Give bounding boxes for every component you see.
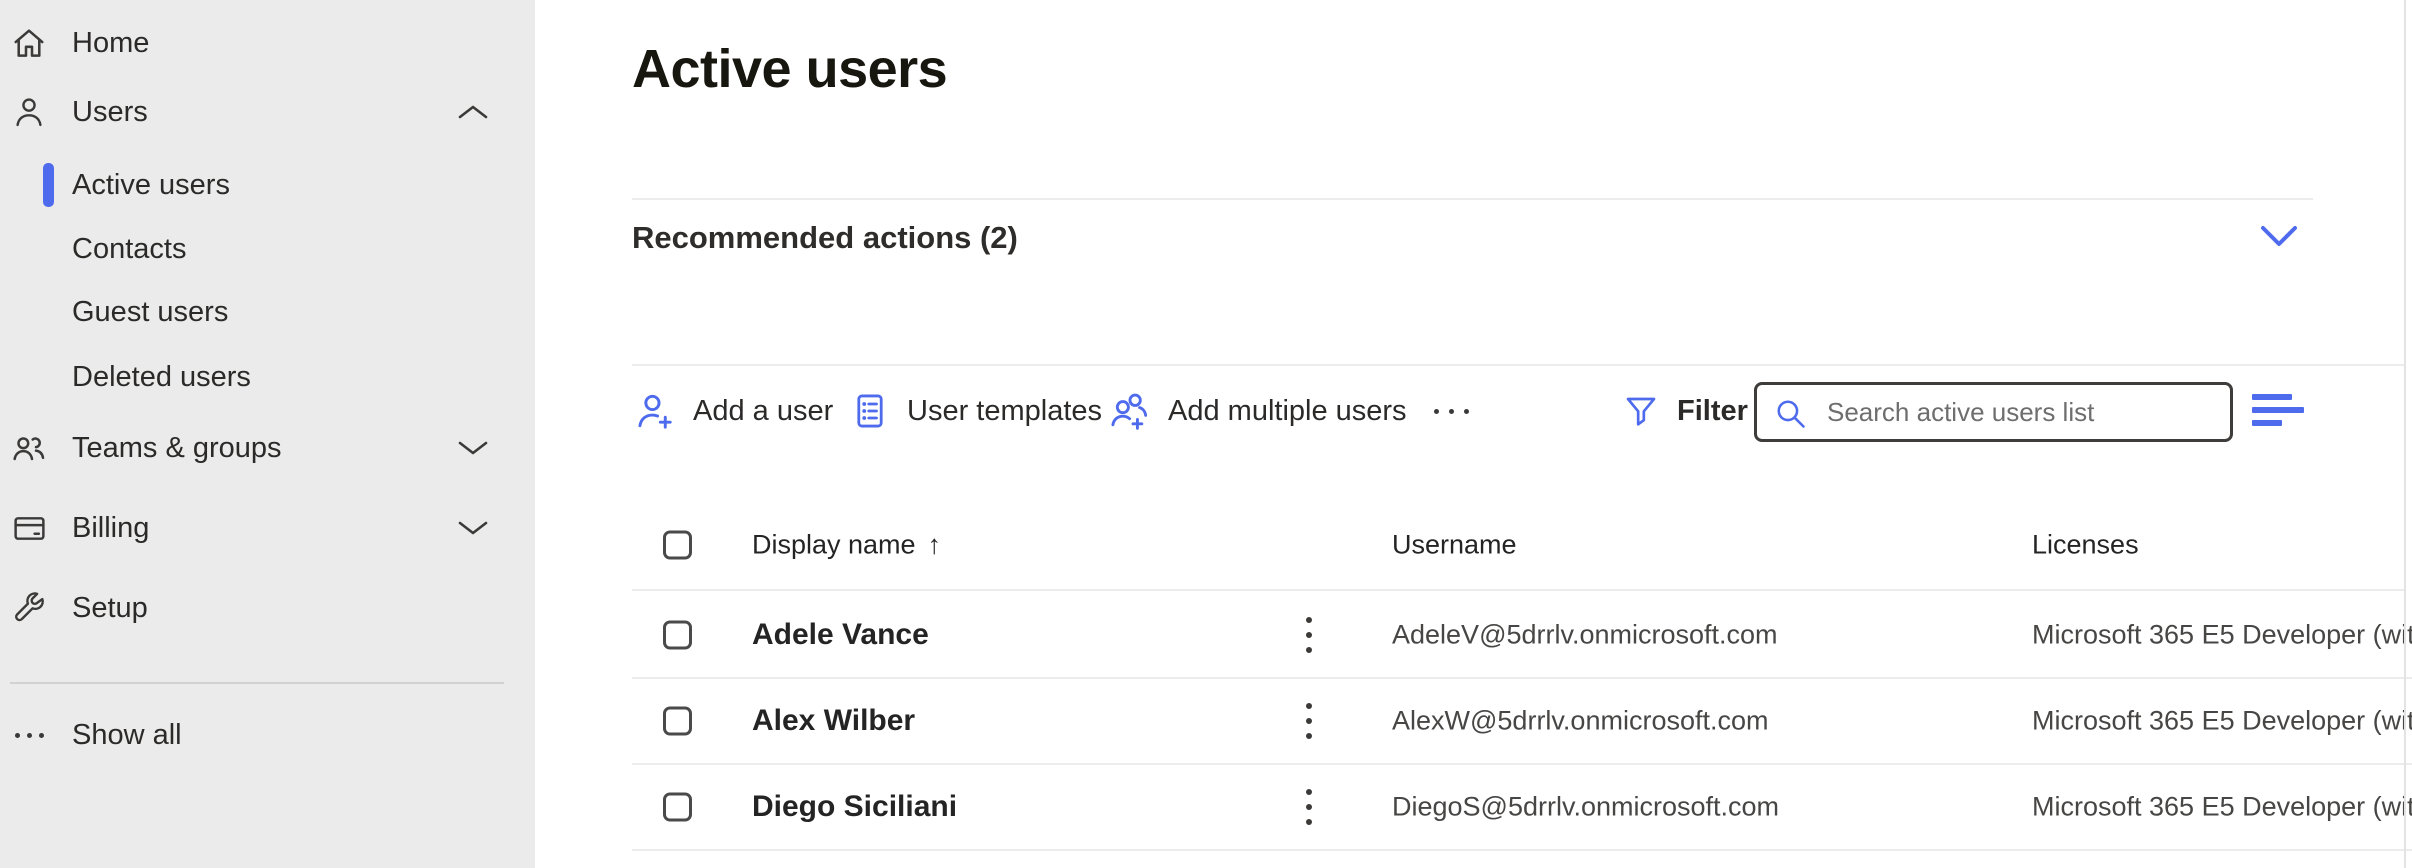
table-row[interactable]: Adele Vance AdeleV@5drrlv.onmicrosoft.co… (632, 593, 2412, 679)
toolbar-button-label: Add a user (693, 395, 833, 428)
username-cell: DiegoS@5drrlv.onmicrosoft.com (1392, 792, 1779, 823)
sidebar-divider (10, 682, 504, 684)
select-all-checkbox[interactable] (663, 530, 692, 559)
table-row[interactable]: Alex Wilber AlexW@5drrlv.onmicrosoft.com… (632, 679, 2412, 765)
chevron-up-icon[interactable] (456, 103, 490, 121)
sidebar-item-contacts[interactable]: Contacts (0, 217, 535, 281)
filter-label: Filter (1677, 395, 1748, 428)
sidebar-item-label: Show all (72, 719, 182, 752)
toolbar: Add a user User templates Add multip (0, 366, 2412, 456)
sidebar-item-billing[interactable]: Billing (0, 496, 535, 560)
people-add-icon (1106, 388, 1152, 434)
sidebar-item-label: Users (72, 96, 148, 129)
kebab-menu-icon[interactable] (1300, 697, 1318, 745)
column-header-username[interactable]: Username (1392, 529, 1517, 560)
card-icon (8, 507, 50, 549)
sidebar-item-users[interactable]: Users (0, 80, 535, 144)
column-header-display-name[interactable]: Display name ↑ (752, 529, 941, 560)
template-icon (849, 390, 891, 432)
username-cell: AlexW@5drrlv.onmicrosoft.com (1392, 706, 1768, 737)
sidebar-item-home[interactable]: Home (0, 11, 535, 75)
wrench-icon (8, 587, 50, 629)
sidebar-item-label: Active users (72, 169, 230, 202)
sidebar-item-label: Billing (72, 512, 149, 545)
filter-icon (1621, 391, 1661, 431)
kebab-menu-icon[interactable] (1300, 783, 1318, 831)
sidebar-item-show-all[interactable]: Show all (0, 703, 535, 767)
chevron-down-icon[interactable] (2257, 222, 2301, 250)
table-header-row: Display name ↑ Username Licenses (632, 500, 2406, 591)
selected-indicator (43, 163, 54, 207)
licenses-cell: Microsoft 365 E5 Developer (withou (2032, 706, 2412, 737)
licenses-cell: Microsoft 365 E5 Developer (withou (2032, 792, 2412, 823)
sidebar-item-label: Guest users (72, 296, 228, 329)
page-title: Active users (632, 38, 947, 100)
row-checkbox[interactable] (663, 707, 692, 736)
licenses-cell: Microsoft 365 E5 Developer (withou (2032, 620, 2412, 651)
add-multiple-users-button[interactable]: Add multiple users (1106, 366, 1407, 456)
m365-admin-active-users-page: Home Users Active users Contacts Guest (0, 0, 2412, 868)
add-user-button[interactable]: Add a user (633, 366, 833, 456)
row-checkbox[interactable] (663, 621, 692, 650)
ellipsis-icon (8, 714, 50, 756)
sidebar-item-guest-users[interactable]: Guest users (0, 280, 535, 344)
toolbar-overflow-button[interactable] (1434, 366, 1469, 456)
ellipsis-icon (1434, 409, 1469, 414)
recommended-actions-label: Recommended actions (2) (632, 220, 1018, 255)
pane-right-border (2404, 0, 2406, 868)
sidebar-item-label: Setup (72, 592, 148, 625)
sidebar-item-active-users[interactable]: Active users (0, 153, 535, 217)
search-input[interactable] (1754, 382, 2233, 442)
sort-ascending-icon: ↑ (928, 529, 942, 560)
row-checkbox[interactable] (663, 793, 692, 822)
home-icon (8, 22, 50, 64)
kebab-menu-icon[interactable] (1300, 611, 1318, 659)
table-row[interactable]: Diego Siciliani DiegoS@5drrlv.onmicrosof… (632, 765, 2412, 851)
person-icon (8, 91, 50, 133)
username-cell: AdeleV@5drrlv.onmicrosoft.com (1392, 620, 1778, 651)
chevron-down-icon[interactable] (456, 519, 490, 537)
sidebar-item-label: Contacts (72, 233, 186, 266)
column-header-licenses[interactable]: Licenses (2032, 529, 2139, 560)
person-add-icon (633, 389, 677, 433)
section-divider (632, 198, 2313, 200)
sidebar-item-setup[interactable]: Setup (0, 576, 535, 640)
display-name-cell[interactable]: Alex Wilber (752, 704, 915, 738)
toolbar-button-label: Add multiple users (1168, 395, 1407, 428)
sidebar-item-label: Home (72, 27, 149, 60)
user-templates-button[interactable]: User templates (849, 366, 1102, 456)
recommended-actions-header[interactable]: Recommended actions (2) (632, 216, 2313, 260)
display-name-cell[interactable]: Adele Vance (752, 618, 929, 652)
filter-button[interactable]: Filter (1621, 366, 1748, 456)
search-box (1754, 382, 2233, 442)
display-name-cell[interactable]: Diego Siciliani (752, 790, 957, 824)
sort-lines-icon[interactable] (2252, 394, 2304, 426)
toolbar-button-label: User templates (907, 395, 1102, 428)
